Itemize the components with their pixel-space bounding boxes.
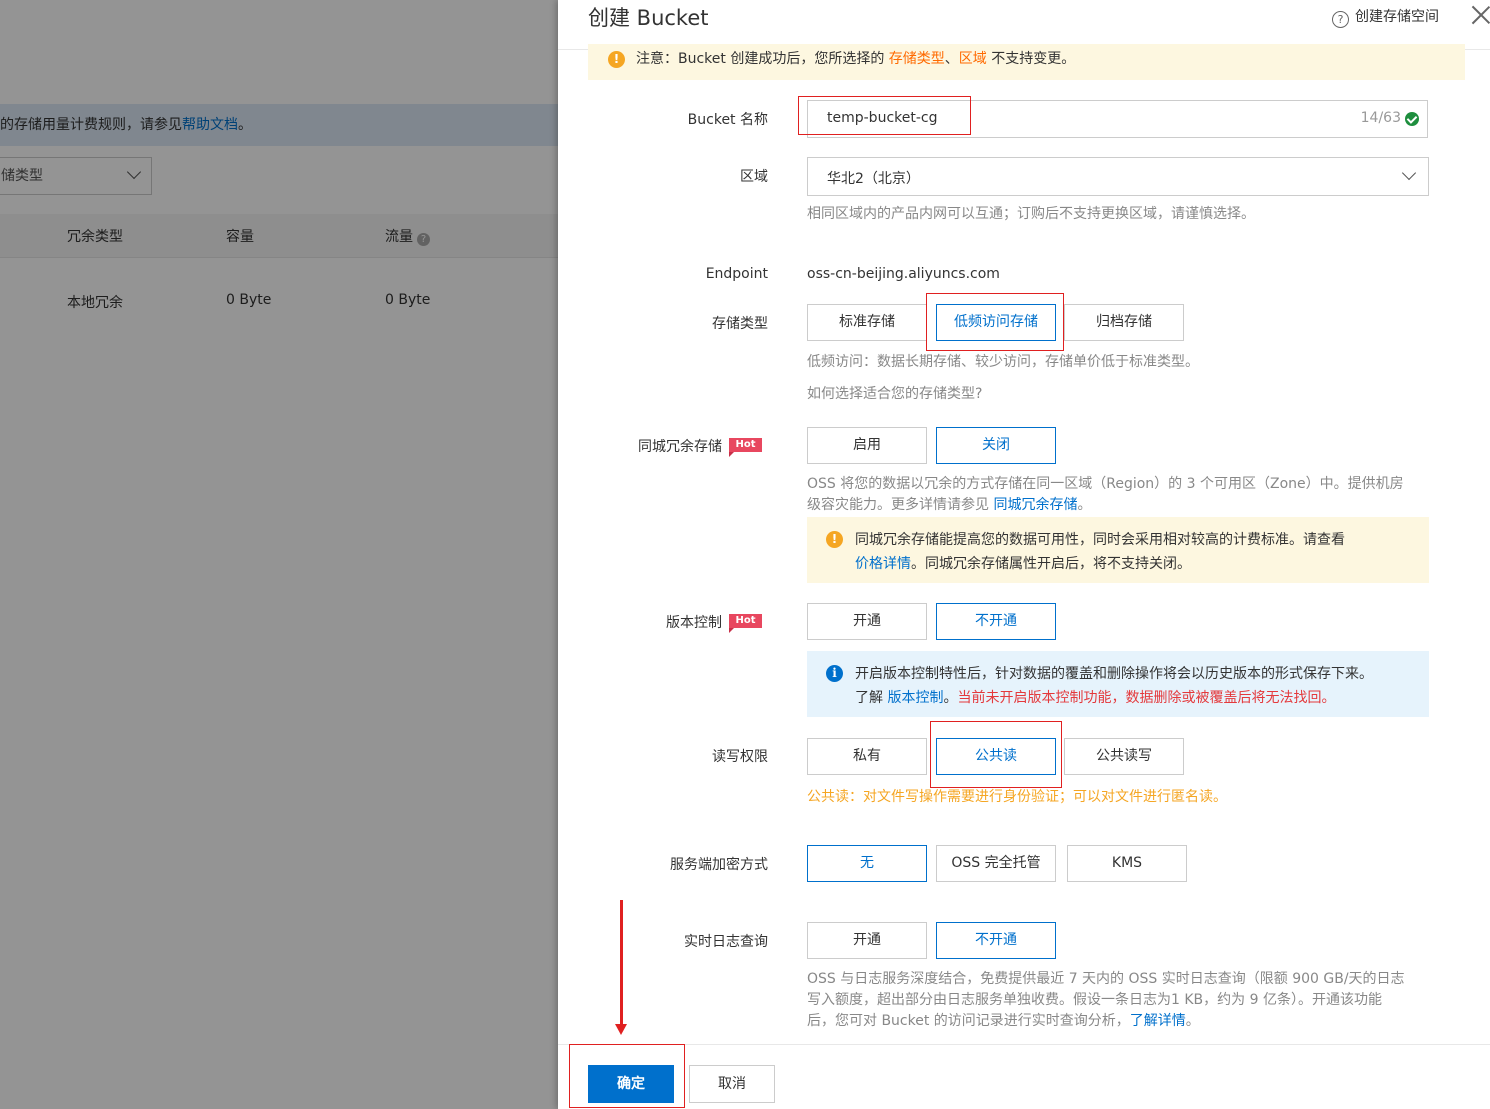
pricing-detail-link[interactable]: 价格详情	[855, 556, 911, 572]
realtime-log-desc-line1: OSS 与日志服务深度结合，免费提供最近 7 天内的 OSS 实时日志查询（限额…	[807, 971, 1405, 987]
realtime-log-disable-option[interactable]: 不开通	[936, 922, 1056, 959]
storage-class-hint: 低频访问：数据长期存储、较少访问，存储单价低于标准类型。	[807, 354, 1199, 370]
char-counter: 14/63	[1360, 110, 1401, 126]
zrs-label: 同城冗余存储	[638, 439, 722, 455]
close-icon[interactable]	[1470, 4, 1490, 26]
zrs-notice-line1: 同城冗余存储能提高您的数据可用性，同时会采用相对较高的计费标准。请查看	[855, 532, 1345, 548]
create-bucket-drawer: 创建 Bucket ? 创建存储空间 ! 注意：Bucket 创建成功后，您所选择…	[558, 0, 1490, 1109]
zrs-desc-prefix: 级容灾能力。更多详情请参见	[807, 497, 994, 513]
encryption-oss-managed-option[interactable]: OSS 完全托管	[936, 845, 1056, 882]
region-value: 华北2（北京）	[827, 171, 920, 187]
annotation-arrow-head	[615, 1024, 627, 1035]
modal-overlay[interactable]	[0, 0, 558, 1109]
annotation-arrow-line	[620, 900, 623, 1028]
chevron-down-icon	[1401, 165, 1417, 181]
region-select[interactable]: 华北2（北京）	[807, 157, 1429, 196]
acl-public-read-write-option[interactable]: 公共读写	[1064, 738, 1184, 775]
storage-class-help-link[interactable]: 如何选择适合您的存储类型?	[807, 384, 982, 405]
zrs-doc-link[interactable]: 同城冗余存储	[993, 497, 1077, 513]
warning-storage-type: 存储类型	[888, 51, 945, 67]
acl-private-option[interactable]: 私有	[807, 738, 927, 775]
storage-standard-option[interactable]: 标准存储	[807, 304, 927, 341]
check-circle-icon	[1405, 112, 1419, 126]
hot-badge: Hot	[729, 614, 762, 633]
versioning-warning-text: 当前未开启版本控制功能，数据删除或被覆盖后将无法找回。	[957, 690, 1336, 706]
realtime-log-enable-option[interactable]: 开通	[807, 922, 927, 959]
drawer-footer: 确定 取消	[558, 1044, 1490, 1109]
versioning-info-line1: 开启版本控制特性后，针对数据的覆盖和删除操作将会以历史版本的形式保存下来。	[855, 666, 1373, 682]
realtime-log-desc-prefix: 后，您可对 Bucket 的访问记录进行实时查询分析，	[807, 1013, 1130, 1029]
region-label: 区域	[740, 169, 768, 185]
help-link[interactable]: ? 创建存储空间	[1332, 6, 1439, 28]
acl-hint: 公共读：对文件写操作需要进行身份验证；可以对文件进行匿名读。	[807, 789, 1227, 805]
info-icon: i	[826, 665, 843, 682]
versioning-info-box: i 开启版本控制特性后，针对数据的覆盖和删除操作将会以历史版本的形式保存下来。 …	[807, 651, 1429, 717]
warning-sep: 、	[944, 51, 959, 67]
help-circle-icon: ?	[1332, 11, 1349, 28]
versioning-label: 版本控制	[666, 615, 722, 631]
warning-icon: !	[608, 51, 625, 68]
versioning-info-sep: 。	[943, 690, 958, 706]
storage-class-label: 存储类型	[712, 316, 768, 332]
bucket-name-label: Bucket 名称	[687, 112, 768, 128]
zrs-pricing-notice: ! 同城冗余存储能提高您的数据可用性，同时会采用相对较高的计费标准。请查看 价格…	[807, 517, 1429, 583]
encryption-label: 服务端加密方式	[670, 857, 768, 873]
cancel-button[interactable]: 取消	[689, 1065, 775, 1103]
zrs-enable-option[interactable]: 启用	[807, 427, 927, 464]
storage-ia-option[interactable]: 低频访问存储	[936, 304, 1056, 341]
zrs-desc-line2: 级容灾能力。更多详情请参见 同城冗余存储。	[807, 495, 1091, 516]
drawer-header: 创建 Bucket ? 创建存储空间	[558, 0, 1490, 50]
realtime-log-desc-line2: 写入额度，超出部分由日志服务单独收费。假设一条日志为1 KB，约为 9 亿条）。…	[807, 992, 1382, 1008]
drawer-title: 创建 Bucket	[588, 6, 709, 30]
bucket-name-value: temp-bucket-cg	[827, 110, 938, 126]
realtime-log-desc-suffix: 。	[1185, 1013, 1200, 1029]
zrs-notice-line2: 。同城冗余存储属性开启后，将不支持关闭。	[911, 556, 1191, 572]
endpoint-value: oss-cn-beijing.aliyuncs.com	[807, 266, 1000, 282]
warning-prefix: 注意：Bucket 创建成功后，您所选择的	[636, 51, 889, 67]
confirm-button[interactable]: 确定	[588, 1065, 674, 1103]
encryption-none-option[interactable]: 无	[807, 845, 927, 882]
encryption-kms-option[interactable]: KMS	[1067, 845, 1187, 882]
bucket-name-input[interactable]: temp-bucket-cg 14/63	[807, 100, 1428, 138]
region-hint: 相同区域内的产品内网可以互通；订购后不支持更换区域，请谨慎选择。	[807, 206, 1255, 222]
versioning-enable-option[interactable]: 开通	[807, 603, 927, 640]
storage-archive-option[interactable]: 归档存储	[1064, 304, 1184, 341]
versioning-info-prefix: 了解	[855, 690, 888, 706]
versioning-doc-link[interactable]: 版本控制	[887, 690, 943, 706]
warning-icon: !	[826, 531, 843, 548]
endpoint-label: Endpoint	[705, 266, 768, 282]
zrs-desc-suffix: 。	[1077, 497, 1092, 513]
realtime-log-detail-link[interactable]: 了解详情	[1130, 1013, 1186, 1029]
zrs-disable-option[interactable]: 关闭	[936, 427, 1056, 464]
realtime-log-label: 实时日志查询	[684, 934, 768, 950]
warning-suffix: 不支持变更。	[986, 51, 1076, 67]
hot-badge: Hot	[729, 438, 762, 457]
zrs-desc-line1: OSS 将您的数据以冗余的方式存储在同一区域（Region）的 3 个可用区（Z…	[807, 476, 1404, 492]
acl-public-read-option[interactable]: 公共读	[936, 738, 1056, 775]
realtime-log-desc-line3: 后，您可对 Bucket 的访问记录进行实时查询分析，了解详情。	[807, 1011, 1200, 1032]
change-warning-bar: ! 注意：Bucket 创建成功后，您所选择的 存储类型、区域 不支持变更。	[588, 44, 1465, 80]
acl-label: 读写权限	[712, 749, 768, 765]
warning-region: 区域	[958, 51, 987, 67]
help-link-label: 创建存储空间	[1355, 9, 1439, 25]
versioning-disable-option[interactable]: 不开通	[936, 603, 1056, 640]
